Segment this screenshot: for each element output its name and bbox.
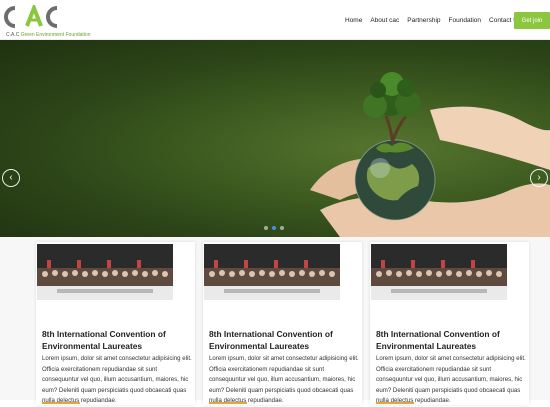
chevron-right-icon: › <box>537 172 541 183</box>
card-title[interactable]: 8th International Convention of Environm… <box>209 328 359 352</box>
card-text: Lorem ipsum, dolor sit amet consectetur … <box>209 355 359 404</box>
get-join-button[interactable]: Get join <box>514 12 550 29</box>
logo-caption-suffix: Green Environment Foundation <box>20 32 91 38</box>
news-cards-section: 8th International Convention of Environm… <box>0 237 550 405</box>
carousel-dot-1[interactable] <box>264 226 268 230</box>
logo-caption: C.A.C Green Environment Foundation <box>6 32 91 38</box>
news-card[interactable]: 8th International Convention of Environm… <box>203 242 362 405</box>
card-image <box>371 244 507 300</box>
nav-about[interactable]: About cac <box>370 17 399 24</box>
hands-globe-tree-image <box>310 72 550 237</box>
card-image <box>37 244 173 300</box>
news-card[interactable]: 8th International Convention of Environm… <box>370 242 529 405</box>
nav-foundation[interactable]: Foundation <box>449 17 482 24</box>
logo-mark-icon <box>4 5 58 28</box>
site-header: C.A.C Green Environment Foundation Home … <box>0 0 550 40</box>
carousel-next-button[interactable]: › <box>530 169 548 187</box>
carousel-prev-button[interactable]: ‹ <box>2 169 20 187</box>
carousel-indicators <box>264 226 284 230</box>
card-text: Lorem ipsum, dolor sit amet consectetur … <box>42 355 192 404</box>
convention-photo-image <box>204 244 340 300</box>
nav-home[interactable]: Home <box>345 17 362 24</box>
card-accent-line <box>376 402 414 404</box>
card-image <box>204 244 340 300</box>
convention-photo-image <box>37 244 173 300</box>
card-accent-line <box>42 402 80 404</box>
logo-caption-prefix: C.A.C <box>6 32 20 38</box>
chevron-left-icon: ‹ <box>9 172 13 183</box>
card-title[interactable]: 8th International Convention of Environm… <box>42 328 192 352</box>
logo[interactable]: C.A.C Green Environment Foundation <box>3 5 93 38</box>
card-accent-line <box>209 402 247 404</box>
card-text: Lorem ipsum, dolor sit amet consectetur … <box>376 355 526 404</box>
news-card[interactable]: 8th International Convention of Environm… <box>36 242 195 405</box>
convention-photo-image <box>371 244 507 300</box>
carousel-dot-3[interactable] <box>280 226 284 230</box>
nav-partnership[interactable]: Partnership <box>407 17 440 24</box>
main-nav: Home About cac Partnership Foundation Co… <box>345 0 529 40</box>
hero-carousel: ‹ › <box>0 40 550 237</box>
carousel-dot-2[interactable] <box>272 226 276 230</box>
card-title[interactable]: 8th International Convention of Environm… <box>376 328 526 352</box>
